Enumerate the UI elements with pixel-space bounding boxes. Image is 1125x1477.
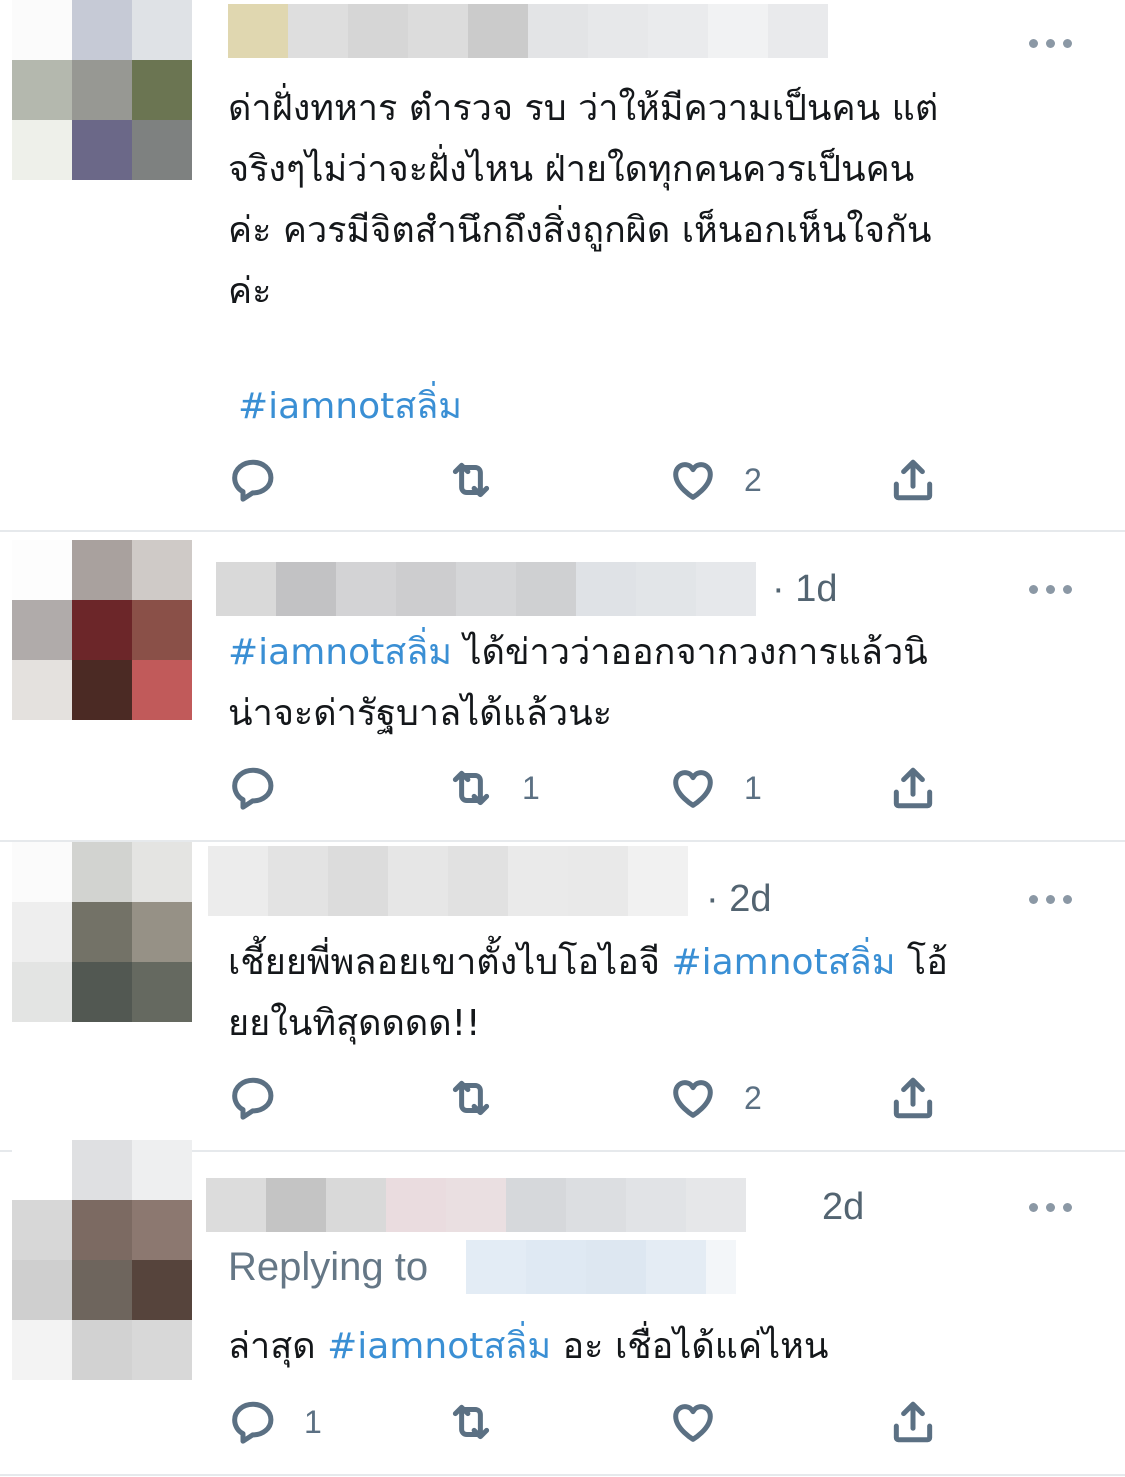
more-icon[interactable] <box>1029 1200 1073 1214</box>
avatar-2[interactable] <box>12 540 192 720</box>
tweet-1[interactable]: ด่าฝั่งทหาร ตำรวจ รบ ว่าให้มีความเป็นคน … <box>0 0 1125 530</box>
tweet-text-line: ล่าสุด #iamnotสลิ่ม อะ เชื่อได้แค่ไหน <box>228 1316 1073 1377</box>
tweet-text: ล่าสุด <box>228 1326 328 1367</box>
replying-to-user-blurred[interactable] <box>466 1240 736 1294</box>
more-icon[interactable] <box>1029 36 1073 50</box>
author-name-blurred-1[interactable] <box>228 4 828 58</box>
retweet-icon <box>452 462 490 498</box>
timestamp[interactable]: 2d <box>822 1180 864 1234</box>
share-icon <box>893 459 933 501</box>
tweet-4[interactable]: 2d Replying to ล่าสุด #iamnotสลิ่ม อะ เช… <box>0 1140 1125 1477</box>
avatar-3[interactable] <box>12 842 192 1022</box>
like-button[interactable] <box>668 1394 718 1450</box>
tweet-text: อะ เชื่อได้แค่ไหน <box>551 1326 829 1367</box>
author-name-blurred-4[interactable] <box>206 1178 746 1232</box>
hashtag-line: #iamnotสลิ่ม <box>238 376 1073 437</box>
tweet-text-line: น่าจะด่ารัฐบาลได้แล้วนะ <box>228 693 613 734</box>
tweet-text-line: จริงๆไม่ว่าจะฝั่งไหน ฝ่ายใดทุกคนควรเป็นค… <box>228 149 915 190</box>
tweet-text: ได้ข่าวว่าออกจากวงการแล้วนิ <box>452 632 928 673</box>
tweet-text-2: #iamnotสลิ่ม ได้ข่าวว่าออกจากวงการแล้วนิ… <box>228 622 1073 744</box>
like-button[interactable]: 2 <box>668 452 762 508</box>
reply-count: 1 <box>304 1404 322 1440</box>
hashtag-link[interactable]: #iamnotสลิ่ม <box>228 632 452 673</box>
more-icon[interactable] <box>1029 892 1073 906</box>
tweet-text-4: ล่าสุด #iamnotสลิ่ม อะ เชื่อได้แค่ไหน <box>228 1316 1073 1377</box>
share-icon <box>893 767 933 809</box>
tweet-text-line: ค่ะ ควรมีจิตสำนึกถึงสิ่งถูกผิด เห็นอกเห็… <box>228 210 932 251</box>
heart-icon <box>673 462 713 500</box>
hashtag-link[interactable]: #iamnotสลิ่ม <box>327 1326 551 1367</box>
hashtag-link[interactable]: #iamnotสลิ่ม <box>238 386 462 427</box>
action-bar-1: 2 <box>228 452 988 508</box>
timestamp[interactable]: · 2d <box>706 872 771 926</box>
timestamp[interactable]: · 1d <box>772 562 837 616</box>
tweet-text-1: ด่าฝั่งทหาร ตำรวจ รบ ว่าให้มีความเป็นคน … <box>228 78 1073 322</box>
replying-to-label: Replying to <box>228 1245 429 1289</box>
tweet-text-line: #iamnotสลิ่ม ได้ข่าวว่าออกจากวงการแล้วนิ <box>228 622 1073 683</box>
retweet-icon <box>452 1404 490 1440</box>
share-button[interactable] <box>888 1394 938 1450</box>
retweet-icon <box>452 770 490 806</box>
avatar-1[interactable] <box>12 0 192 180</box>
retweet-icon <box>452 1080 490 1116</box>
like-button[interactable]: 1 <box>668 760 762 816</box>
divider <box>0 1474 1125 1476</box>
reply-button[interactable] <box>228 1070 278 1126</box>
author-name-blurred-3[interactable] <box>208 846 688 916</box>
retweet-button[interactable] <box>446 1070 496 1126</box>
heart-icon <box>673 1404 713 1442</box>
like-count: 2 <box>744 1080 762 1116</box>
share-icon <box>893 1077 933 1119</box>
reply-icon <box>232 767 274 810</box>
author-name-blurred-2[interactable] <box>216 562 756 616</box>
reply-icon <box>232 459 274 502</box>
retweet-button[interactable] <box>446 452 496 508</box>
tweet-3[interactable]: · 2d เชี้ยยพี่พลอยเขาตั้งไบโอไอจี #iamno… <box>0 842 1125 1150</box>
reply-button[interactable] <box>228 760 278 816</box>
tweet-text: เชี้ยยพี่พลอยเขาตั้งไบโอไอจี <box>228 942 672 983</box>
reply-icon <box>232 1077 274 1120</box>
like-count: 2 <box>744 462 762 498</box>
reply-button[interactable] <box>228 452 278 508</box>
action-bar-4: 1 <box>228 1394 988 1450</box>
heart-icon <box>673 770 713 808</box>
retweet-button[interactable] <box>446 1394 496 1450</box>
share-button[interactable] <box>888 452 938 508</box>
reply-icon <box>232 1401 274 1444</box>
tweet-2[interactable]: · 1d #iamnotสลิ่ม ได้ข่าวว่าออกจากวงการแ… <box>0 532 1125 840</box>
like-count: 1 <box>744 770 762 806</box>
tweet-text-line: เชี้ยยพี่พลอยเขาตั้งไบโอไอจี #iamnotสลิ่… <box>228 932 1073 993</box>
tweet-text-line: ยยในทิสุดดดด!! <box>228 1003 481 1044</box>
tweet-text: โอ้ <box>895 942 948 983</box>
share-button[interactable] <box>888 1070 938 1126</box>
tweet-text-line: ค่ะ <box>228 271 272 312</box>
avatar-4[interactable] <box>12 1140 192 1380</box>
reply-feed: ด่าฝั่งทหาร ตำรวจ รบ ว่าให้มีความเป็นคน … <box>0 0 1125 1477</box>
share-icon <box>893 1401 933 1443</box>
tweet-text-line: ด่าฝั่งทหาร ตำรวจ รบ ว่าให้มีความเป็นคน … <box>228 88 939 129</box>
retweet-count: 1 <box>522 770 540 806</box>
heart-icon <box>673 1080 713 1118</box>
retweet-button[interactable]: 1 <box>446 760 540 816</box>
action-bar-3: 2 <box>228 1070 988 1126</box>
reply-button[interactable]: 1 <box>228 1394 322 1450</box>
hashtag-link[interactable]: #iamnotสลิ่ม <box>671 942 895 983</box>
more-icon[interactable] <box>1029 582 1073 596</box>
action-bar-2: 1 1 <box>228 760 988 816</box>
tweet-text-3: เชี้ยยพี่พลอยเขาตั้งไบโอไอจี #iamnotสลิ่… <box>228 932 1073 1054</box>
like-button[interactable]: 2 <box>668 1070 762 1126</box>
share-button[interactable] <box>888 760 938 816</box>
